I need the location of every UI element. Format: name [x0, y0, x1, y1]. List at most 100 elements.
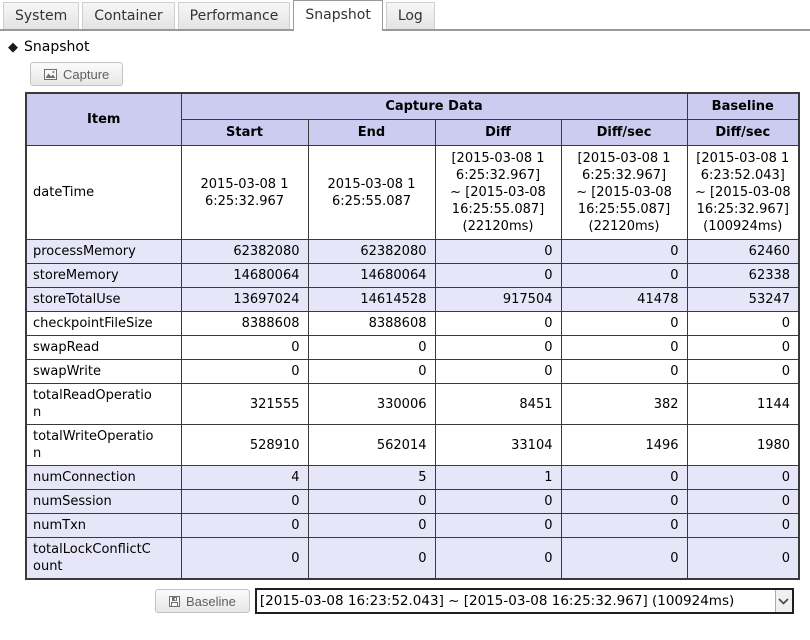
value-cell: 62460 [687, 240, 799, 264]
value-cell: 0 [561, 336, 687, 360]
value-cell: 1496 [561, 425, 687, 466]
tab-bar: System Container Performance Snapshot Lo… [0, 0, 810, 31]
tab-performance[interactable]: Performance [178, 2, 291, 29]
value-cell: 0 [561, 538, 687, 580]
value-cell: 0 [687, 538, 799, 580]
item-cell: totalWriteOperation [26, 425, 181, 466]
value-cell: 2015-03-08 16:25:32.967 [181, 146, 308, 240]
item-cell: storeMemory [26, 264, 181, 288]
item-cell: totalLockConflictCount [26, 538, 181, 580]
baseline-disk-icon [169, 596, 180, 607]
value-cell: 0 [687, 490, 799, 514]
value-cell: 8451 [435, 384, 561, 425]
header-diff-sec: Diff/sec [561, 120, 687, 146]
page-title: Snapshot [24, 39, 89, 55]
value-cell: 0 [435, 336, 561, 360]
value-cell: 0 [435, 312, 561, 336]
value-cell: 4 [181, 466, 308, 490]
table-header-row-1: Item Capture Data Baseline [26, 93, 799, 120]
value-cell: 0 [435, 538, 561, 580]
value-cell: 2015-03-08 16:25:55.087 [308, 146, 435, 240]
table-row: totalLockConflictCount00000 [26, 538, 799, 580]
baseline-controls: Baseline [2015-03-08 16:23:52.043] ~ [20… [155, 588, 810, 614]
value-cell: 0 [308, 490, 435, 514]
value-cell: 0 [687, 514, 799, 538]
table-row: storeMemory14680064146800640062338 [26, 264, 799, 288]
header-capture-data: Capture Data [181, 93, 687, 120]
value-cell: 528910 [181, 425, 308, 466]
table-row: numTxn00000 [26, 514, 799, 538]
value-cell: 0 [561, 514, 687, 538]
item-cell: swapWrite [26, 360, 181, 384]
item-cell: storeTotalUse [26, 288, 181, 312]
value-cell: 0 [181, 514, 308, 538]
snapshot-table-body: dateTime2015-03-08 16:25:32.9672015-03-0… [26, 146, 799, 580]
header-item: Item [26, 93, 181, 146]
value-cell: 14680064 [308, 264, 435, 288]
table-row: swapWrite00000 [26, 360, 799, 384]
value-cell: 0 [435, 240, 561, 264]
value-cell: 0 [687, 312, 799, 336]
value-cell: 0 [308, 538, 435, 580]
baseline-button-label: Baseline [186, 594, 236, 609]
tab-system[interactable]: System [3, 2, 79, 29]
value-cell: 0 [561, 466, 687, 490]
baseline-button[interactable]: Baseline [155, 589, 250, 613]
value-cell: 0 [181, 336, 308, 360]
value-cell: 0 [435, 514, 561, 538]
table-row: totalReadOperation3215553300068451382114… [26, 384, 799, 425]
value-cell: 1980 [687, 425, 799, 466]
value-cell: 562014 [308, 425, 435, 466]
tab-log[interactable]: Log [386, 2, 435, 29]
header-baseline-diff-sec: Diff/sec [687, 120, 799, 146]
value-cell: 0 [687, 336, 799, 360]
tab-container[interactable]: Container [82, 2, 174, 29]
table-row: numConnection45100 [26, 466, 799, 490]
value-cell: 382 [561, 384, 687, 425]
table-row: checkpointFileSize83886088388608000 [26, 312, 799, 336]
value-cell: 62382080 [308, 240, 435, 264]
item-cell: checkpointFileSize [26, 312, 181, 336]
table-row: dateTime2015-03-08 16:25:32.9672015-03-0… [26, 146, 799, 240]
header-end: End [308, 120, 435, 146]
value-cell: 0 [308, 336, 435, 360]
value-cell: 62382080 [181, 240, 308, 264]
diamond-bullet-icon: ◆ [8, 40, 18, 55]
item-cell: processMemory [26, 240, 181, 264]
value-cell: 13697024 [181, 288, 308, 312]
capture-image-icon [44, 69, 57, 80]
value-cell: 0 [561, 490, 687, 514]
value-cell: 0 [181, 360, 308, 384]
value-cell: 0 [181, 490, 308, 514]
value-cell: 0 [308, 514, 435, 538]
value-cell: 0 [435, 360, 561, 384]
value-cell: 8388608 [181, 312, 308, 336]
baseline-select[interactable]: [2015-03-08 16:23:52.043] ~ [2015-03-08 … [255, 588, 794, 614]
value-cell: 0 [308, 360, 435, 384]
value-cell: 0 [181, 538, 308, 580]
capture-button-label: Capture [63, 67, 109, 82]
capture-button[interactable]: Capture [30, 62, 123, 86]
value-cell: 8388608 [308, 312, 435, 336]
item-cell: swapRead [26, 336, 181, 360]
table-row: processMemory62382080623820800062460 [26, 240, 799, 264]
value-cell: 0 [435, 490, 561, 514]
value-cell: 62338 [687, 264, 799, 288]
value-cell: 321555 [181, 384, 308, 425]
value-cell: 917504 [435, 288, 561, 312]
tab-snapshot[interactable]: Snapshot [293, 0, 382, 31]
snapshot-table: Item Capture Data Baseline Start End Dif… [25, 92, 800, 580]
item-cell: dateTime [26, 146, 181, 240]
value-cell: 0 [561, 312, 687, 336]
value-cell: 0 [561, 360, 687, 384]
value-cell: 1144 [687, 384, 799, 425]
item-cell: numTxn [26, 514, 181, 538]
value-cell: 0 [687, 466, 799, 490]
value-cell: 41478 [561, 288, 687, 312]
item-cell: totalReadOperation [26, 384, 181, 425]
value-cell: [2015-03-08 16:25:32.967] ~ [2015-03-08 … [435, 146, 561, 240]
value-cell: 14680064 [181, 264, 308, 288]
table-row: totalWriteOperation528910562014331041496… [26, 425, 799, 466]
value-cell: 0 [561, 264, 687, 288]
value-cell: 5 [308, 466, 435, 490]
